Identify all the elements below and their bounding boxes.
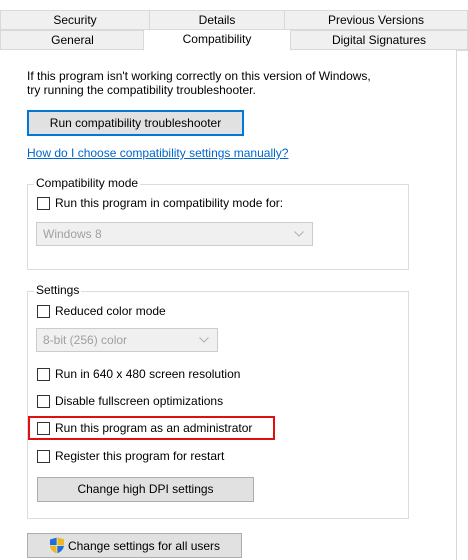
change-all-users-label: Change settings for all users	[67, 538, 221, 553]
properties-dialog: Security Details Previous Versions Gener…	[0, 0, 468, 560]
res640-label: Run in 640 x 480 screen resolution	[55, 367, 241, 381]
run-troubleshooter-button[interactable]: Run compatibility troubleshooter	[27, 110, 244, 136]
chevron-down-icon	[199, 337, 209, 343]
fullscreen-opt-checkbox[interactable]	[37, 394, 50, 408]
change-all-users-button[interactable]: Change settings for all users	[27, 533, 242, 558]
uac-shield-icon	[49, 537, 64, 554]
res640-checkbox[interactable]	[37, 367, 50, 381]
run-as-admin-label: Run this program as an administrator	[55, 421, 253, 435]
register-restart-checkbox[interactable]	[37, 449, 50, 463]
manual-settings-link[interactable]: How do I choose compatibility settings m…	[27, 146, 288, 160]
intro-text: If this program isn't working correctly …	[27, 69, 371, 97]
compat-mode-row[interactable]: Run this program in compatibility mode f…	[37, 196, 283, 210]
fullscreen-opt-label: Disable fullscreen optimizations	[55, 394, 224, 408]
tab-compatibility[interactable]: Compatibility	[143, 29, 291, 51]
color-mode-select: 8-bit (256) color	[36, 328, 218, 352]
reduced-color-row[interactable]: Reduced color mode	[37, 304, 166, 318]
fullscreen-opt-row[interactable]: Disable fullscreen optimizations	[37, 394, 223, 408]
intro-line-2: try running the compatibility troublesho…	[27, 83, 256, 97]
chevron-down-icon	[294, 231, 304, 237]
tab-details[interactable]: Details	[149, 10, 285, 30]
run-as-admin-row[interactable]: Run this program as an administrator	[37, 421, 252, 435]
compat-mode-checkbox[interactable]	[37, 196, 50, 210]
tab-previous-versions[interactable]: Previous Versions	[284, 10, 468, 30]
color-mode-value: 8-bit (256) color	[43, 333, 128, 347]
tab-digital-signatures[interactable]: Digital Signatures	[290, 30, 468, 50]
compat-os-select: Windows 8	[36, 222, 313, 246]
compatibility-mode-title: Compatibility mode	[34, 176, 141, 190]
reduced-color-checkbox[interactable]	[37, 304, 50, 318]
register-restart-row[interactable]: Register this program for restart	[37, 449, 224, 463]
tab-security[interactable]: Security	[0, 10, 150, 30]
settings-title: Settings	[34, 283, 82, 297]
intro-line-1: If this program isn't working correctly …	[27, 69, 371, 83]
compat-os-value: Windows 8	[43, 227, 102, 241]
res640-row[interactable]: Run in 640 x 480 screen resolution	[37, 367, 240, 381]
compat-mode-label: Run this program in compatibility mode f…	[55, 196, 284, 210]
tab-general[interactable]: General	[0, 30, 145, 50]
change-dpi-button[interactable]: Change high DPI settings	[37, 477, 254, 502]
run-as-admin-checkbox[interactable]	[37, 421, 50, 435]
reduced-color-label: Reduced color mode	[55, 304, 166, 318]
register-restart-label: Register this program for restart	[55, 449, 225, 463]
